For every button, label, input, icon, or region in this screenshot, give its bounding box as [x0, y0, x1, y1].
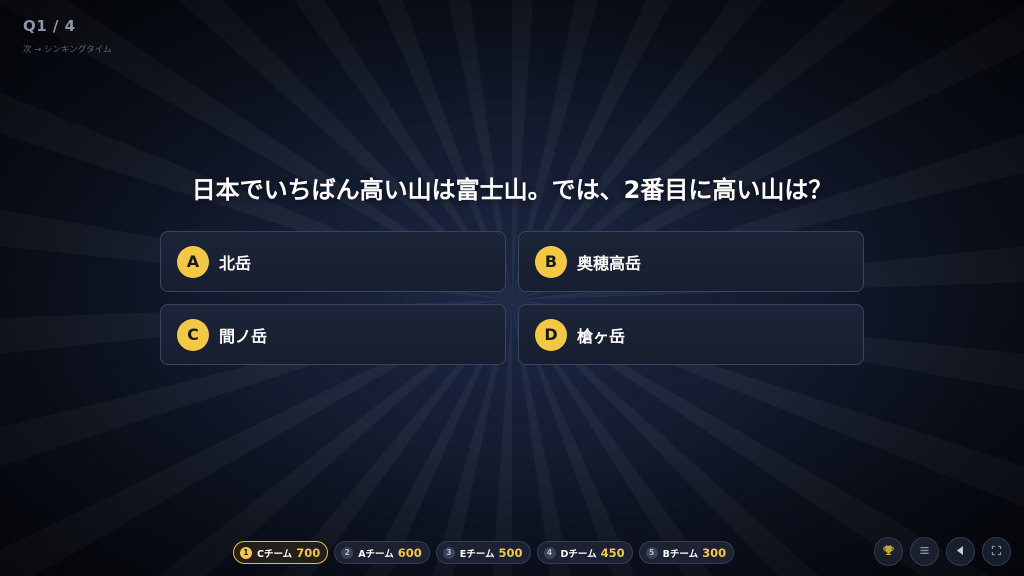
- team-score-chip: 3 Eチーム 500: [435, 541, 531, 564]
- team-score-chip: 5 Bチーム 300: [638, 541, 735, 564]
- menu-icon: [918, 542, 931, 561]
- team-score: 700: [296, 545, 321, 560]
- trophy-icon: [882, 542, 895, 561]
- back-icon: [954, 542, 967, 561]
- answer-letter-badge: D: [535, 318, 567, 351]
- rank-badge: 1: [240, 546, 252, 559]
- answer-text: 槍ヶ岳: [577, 326, 626, 346]
- presenter-controls: [874, 537, 1011, 566]
- team-score-chip: 1 Cチーム 700: [233, 541, 329, 564]
- answer-option-d[interactable]: D 槍ヶ岳: [518, 304, 864, 365]
- quiz-stage: Q1 / 4 次 → シンキングタイム 日本でいちばん高い山は富士山。では、2番…: [0, 0, 1024, 576]
- answer-option-b[interactable]: B 奥穂高岳: [518, 231, 864, 292]
- trophy-button[interactable]: [874, 537, 903, 566]
- team-score: 500: [498, 545, 523, 560]
- team-score: 600: [397, 545, 422, 560]
- team-name: Dチーム: [560, 548, 597, 560]
- team-score: 300: [702, 545, 727, 560]
- answer-option-c[interactable]: C 間ノ岳: [160, 304, 506, 365]
- team-name: Cチーム: [257, 548, 293, 560]
- rank-badge: 3: [442, 546, 455, 559]
- team-score-chip: 4 Dチーム 450: [536, 541, 633, 564]
- team-name: Aチーム: [358, 548, 394, 560]
- answer-letter-badge: B: [535, 245, 567, 278]
- next-step-hint: 次 → シンキングタイム: [23, 45, 112, 55]
- team-score: 450: [600, 545, 625, 560]
- team-name: Eチーム: [459, 548, 495, 560]
- rank-badge: 5: [645, 546, 658, 559]
- rank-badge: 2: [341, 546, 354, 559]
- answer-text: 北岳: [219, 253, 252, 273]
- rank-badge: 4: [543, 546, 556, 559]
- fullscreen-button[interactable]: [982, 537, 1011, 566]
- team-name: Bチーム: [662, 548, 699, 560]
- answer-letter-badge: A: [177, 245, 209, 278]
- team-scoreboard: 1 Cチーム 700 2 Aチーム 600 3 Eチーム 500 4 Dチーム …: [233, 541, 735, 565]
- answer-option-a[interactable]: A 北岳: [160, 231, 506, 292]
- fullscreen-icon: [990, 542, 1003, 561]
- menu-button[interactable]: [910, 537, 939, 566]
- question-progress: Q1 / 4: [23, 17, 76, 35]
- answer-letter-badge: C: [177, 318, 209, 351]
- answer-grid: A 北岳 B 奥穂高岳 C 間ノ岳 D 槍ヶ岳: [160, 231, 864, 365]
- back-button[interactable]: [946, 537, 975, 566]
- team-score-chip: 2 Aチーム 600: [334, 541, 430, 564]
- answer-text: 間ノ岳: [219, 326, 268, 346]
- answer-text: 奥穂高岳: [577, 253, 642, 273]
- question-text: 日本でいちばん高い山は富士山。では、2番目に高い山は？: [191, 176, 833, 204]
